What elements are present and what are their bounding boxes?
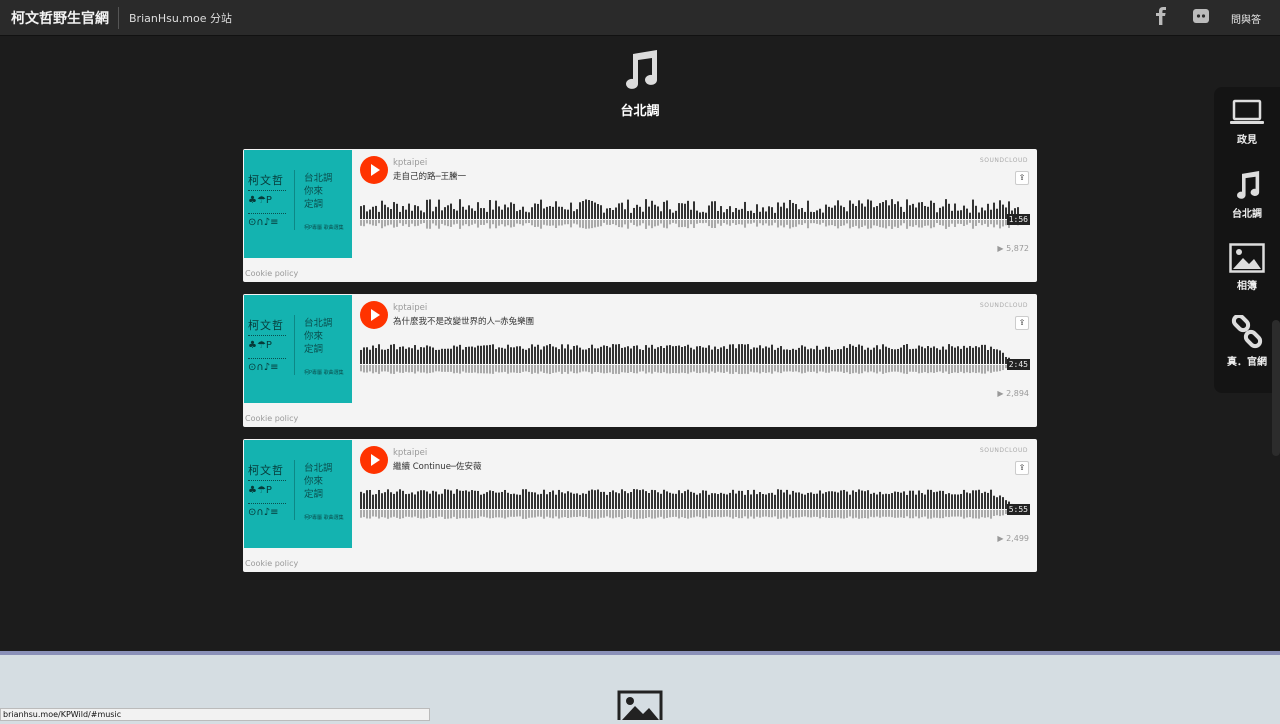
cover-subtitle: 定調 [304, 489, 324, 500]
soundcloud-logo[interactable]: SOUNDCLOUD [980, 157, 1028, 164]
play-count-value: 5,872 [1006, 244, 1029, 253]
share-button[interactable]: ⇪ [1015, 316, 1029, 330]
cover-symbols: ♣☂P [248, 340, 272, 351]
cover-subtitle: 台北調 [304, 318, 333, 329]
soundcloud-logo[interactable]: SOUNDCLOUD [980, 302, 1028, 309]
soundcloud-player: 柯文哲 台北調 你來 定調 ♣☂P ⊙∩♪≡ 柯P專屬 歌曲選集 Cookie … [243, 149, 1037, 282]
track-duration: 5:55 [1006, 504, 1030, 515]
soundcloud-player: 柯文哲 台北調 你來 定調 ♣☂P ⊙∩♪≡ 柯P專屬 歌曲選集 Cookie … [243, 294, 1037, 427]
waveform[interactable] [360, 189, 1030, 239]
play-count: ▶ 2,894 [997, 389, 1029, 398]
sidenav-label: 台北調 [1232, 209, 1262, 220]
cover-decoration [248, 190, 286, 193]
cover-subtitle: 定調 [304, 344, 324, 355]
cover-subtitle: 台北調 [304, 463, 333, 474]
uploader-name[interactable]: kptaipei [393, 448, 427, 458]
track-title[interactable]: 為什麼我不是改變世界的人─赤兔樂團 [393, 315, 534, 327]
page-scrollbar[interactable] [1272, 320, 1280, 456]
music-note-icon [1237, 171, 1260, 199]
cover-subtitle: 你來 [304, 186, 324, 197]
cover-name: 柯文哲 [248, 464, 284, 477]
cookie-policy-link[interactable]: Cookie policy [245, 414, 298, 423]
cover-decoration [248, 335, 286, 338]
cover-divider [294, 460, 295, 520]
cover-symbols: ♣☂P [248, 485, 272, 496]
track-duration: 1:56 [1006, 214, 1030, 225]
link-icon [1231, 315, 1263, 349]
play-count-value: 2,499 [1006, 534, 1029, 543]
waveform[interactable] [360, 334, 1030, 384]
laptop-icon [1230, 99, 1264, 124]
cover-subtitle: 台北調 [304, 173, 333, 184]
album-cover[interactable]: 柯文哲 台北調 你來 定調 ♣☂P ⊙∩♪≡ 柯P專屬 歌曲選集 [244, 150, 352, 258]
cover-divider [294, 170, 295, 230]
side-navigation: 政見 台北調 相簿 真．官網 [1214, 87, 1280, 393]
uploader-name[interactable]: kptaipei [393, 303, 427, 313]
section-title: 台北調 [620, 104, 660, 119]
sidenav-item-music[interactable]: 台北調 [1214, 171, 1280, 220]
top-navbar: 柯文哲野生官網 BrianHsu.moe 分站 問與答 [0, 0, 1280, 36]
sidenav-item-album[interactable]: 相簿 [1214, 243, 1280, 292]
play-button[interactable] [360, 446, 388, 474]
play-button[interactable] [360, 156, 388, 184]
sidenav-label: 相簿 [1237, 281, 1257, 292]
album-cover[interactable]: 柯文哲 台北調 你來 定調 ♣☂P ⊙∩♪≡ 柯P專屬 歌曲選集 [244, 440, 352, 548]
cover-caption: 柯P專屬 歌曲選集 [304, 225, 344, 231]
cover-caption: 柯P專屬 歌曲選集 [304, 370, 344, 376]
cover-symbols: ⊙∩♪≡ [248, 217, 279, 228]
cover-decoration [248, 503, 286, 506]
cover-divider [294, 315, 295, 375]
play-count-value: 2,894 [1006, 389, 1029, 398]
subsite-link[interactable]: BrianHsu.moe 分站 [129, 10, 232, 26]
share-button[interactable]: ⇪ [1015, 171, 1029, 185]
uploader-name[interactable]: kptaipei [393, 158, 427, 168]
cover-subtitle: 定調 [304, 199, 324, 210]
cover-name: 柯文哲 [248, 319, 284, 332]
cover-decoration [248, 480, 286, 483]
cover-symbols: ♣☂P [248, 195, 272, 206]
cover-name: 柯文哲 [248, 174, 284, 187]
play-count: ▶ 2,499 [997, 534, 1029, 543]
cover-symbols: ⊙∩♪≡ [248, 507, 279, 518]
chat-icon[interactable] [1193, 9, 1209, 23]
cover-decoration [248, 213, 286, 216]
waveform[interactable] [360, 479, 1030, 529]
track-duration: 2:45 [1006, 359, 1030, 370]
cover-subtitle: 你來 [304, 476, 324, 487]
play-count: ▶ 5,872 [997, 244, 1029, 253]
cover-decoration [248, 358, 286, 361]
soundcloud-logo[interactable]: SOUNDCLOUD [980, 447, 1028, 454]
sidenav-label: 政見 [1237, 135, 1257, 146]
cookie-policy-link[interactable]: Cookie policy [245, 269, 298, 278]
sidenav-item-policy[interactable]: 政見 [1214, 99, 1280, 146]
cover-caption: 柯P專屬 歌曲選集 [304, 515, 344, 521]
cover-subtitle: 你來 [304, 331, 324, 342]
cookie-policy-link[interactable]: Cookie policy [245, 559, 298, 568]
site-brand[interactable]: 柯文哲野生官網 [11, 8, 109, 28]
music-note-icon [626, 50, 657, 89]
sidenav-item-official[interactable]: 真．官網 [1214, 315, 1280, 368]
share-button[interactable]: ⇪ [1015, 461, 1029, 475]
qa-link[interactable]: 問與答 [1231, 11, 1261, 26]
track-title[interactable]: 走自己的路─王騰一 [393, 170, 466, 182]
facebook-icon[interactable] [1155, 7, 1167, 25]
cover-symbols: ⊙∩♪≡ [248, 362, 279, 373]
status-bar-url: brianhsu.moe/KPWild/#music [0, 708, 430, 721]
image-icon [1229, 243, 1265, 273]
sidenav-label: 真．官網 [1227, 357, 1267, 368]
track-title[interactable]: 繼續 Continue─佐安薇 [393, 460, 482, 472]
navbar-divider [118, 7, 119, 29]
album-cover[interactable]: 柯文哲 台北調 你來 定調 ♣☂P ⊙∩♪≡ 柯P專屬 歌曲選集 [244, 295, 352, 403]
image-icon [617, 690, 663, 720]
play-button[interactable] [360, 301, 388, 329]
soundcloud-player: 柯文哲 台北調 你來 定調 ♣☂P ⊙∩♪≡ 柯P專屬 歌曲選集 Cookie … [243, 439, 1037, 572]
